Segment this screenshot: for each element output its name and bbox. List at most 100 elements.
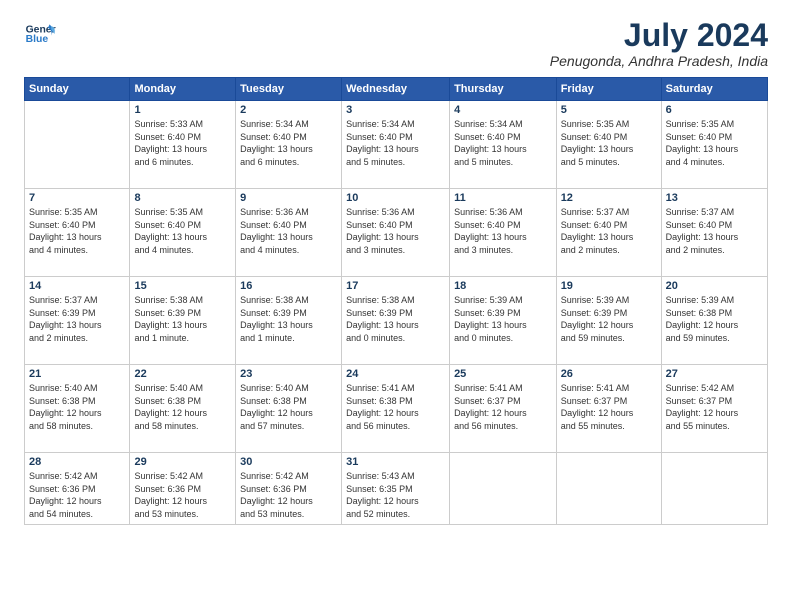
- calendar-cell: 5 Sunrise: 5:35 AM Sunset: 6:40 PM Daylig…: [556, 101, 661, 189]
- calendar-cell: 1Sunrise: 5:33 AM Sunset: 6:40 PM Daylig…: [130, 101, 236, 189]
- day-number: 15: [134, 280, 231, 292]
- day-number: 10: [346, 192, 445, 204]
- day-number: 2: [240, 104, 337, 116]
- day-number: 28: [29, 456, 125, 468]
- day-info: Sunrise: 5:36 AM Sunset: 6:40 PM Dayligh…: [240, 206, 337, 256]
- calendar-cell: [25, 101, 130, 189]
- day-number: 1: [134, 104, 231, 116]
- calendar-week-row: 28 Sunrise: 5:42 AM Sunset: 6:36 PM Dayli…: [25, 453, 768, 525]
- weekday-header-tuesday: Tuesday: [236, 78, 342, 101]
- day-number: 14: [29, 280, 125, 292]
- day-info: Sunrise: 5:41 AM Sunset: 6:37 PM Dayligh…: [561, 382, 657, 432]
- calendar-cell: 27 Sunrise: 5:42 AM Sunset: 6:37 PM Dayli…: [661, 365, 767, 453]
- day-info: Sunrise: 5:38 AM Sunset: 6:39 PM Dayligh…: [240, 294, 337, 344]
- day-info: Sunrise: 5:39 AM Sunset: 6:38 PM Dayligh…: [666, 294, 763, 344]
- day-info: Sunrise: 5:39 AM Sunset: 6:39 PM Dayligh…: [454, 294, 552, 344]
- day-number: 22: [134, 368, 231, 380]
- day-number: 16: [240, 280, 337, 292]
- day-number: 18: [454, 280, 552, 292]
- calendar-cell: 15 Sunrise: 5:38 AM Sunset: 6:39 PM Dayli…: [130, 277, 236, 365]
- day-info: Sunrise: 5:40 AM Sunset: 6:38 PM Dayligh…: [134, 382, 231, 432]
- day-info: Sunrise: 5:40 AM Sunset: 6:38 PM Dayligh…: [240, 382, 337, 432]
- day-number: 13: [666, 192, 763, 204]
- calendar-cell: 16 Sunrise: 5:38 AM Sunset: 6:39 PM Dayli…: [236, 277, 342, 365]
- day-info: Sunrise: 5:42 AM Sunset: 6:36 PM Dayligh…: [29, 470, 125, 520]
- calendar-cell: [661, 453, 767, 525]
- day-info: Sunrise: 5:43 AM Sunset: 6:35 PM Dayligh…: [346, 470, 445, 520]
- day-info: Sunrise: 5:37 AM Sunset: 6:40 PM Dayligh…: [666, 206, 763, 256]
- calendar-cell: 28 Sunrise: 5:42 AM Sunset: 6:36 PM Dayli…: [25, 453, 130, 525]
- day-info: Sunrise: 5:38 AM Sunset: 6:39 PM Dayligh…: [134, 294, 231, 344]
- calendar-page: General Blue July 2024 Penugonda, Andhra…: [0, 0, 792, 612]
- day-info: Sunrise: 5:36 AM Sunset: 6:40 PM Dayligh…: [454, 206, 552, 256]
- location-title: Penugonda, Andhra Pradesh, India: [550, 53, 768, 69]
- calendar-cell: 10 Sunrise: 5:36 AM Sunset: 6:40 PM Dayli…: [342, 189, 450, 277]
- day-info: Sunrise: 5:34 AM Sunset: 6:40 PM Dayligh…: [240, 118, 337, 168]
- calendar-cell: 8 Sunrise: 5:35 AM Sunset: 6:40 PM Daylig…: [130, 189, 236, 277]
- title-block: July 2024 Penugonda, Andhra Pradesh, Ind…: [550, 18, 768, 69]
- calendar-cell: 18 Sunrise: 5:39 AM Sunset: 6:39 PM Dayli…: [450, 277, 557, 365]
- day-info: Sunrise: 5:37 AM Sunset: 6:39 PM Dayligh…: [29, 294, 125, 344]
- calendar-cell: [450, 453, 557, 525]
- day-number: 30: [240, 456, 337, 468]
- day-info: Sunrise: 5:35 AM Sunset: 6:40 PM Dayligh…: [666, 118, 763, 168]
- day-info: Sunrise: 5:35 AM Sunset: 6:40 PM Dayligh…: [561, 118, 657, 168]
- day-info: Sunrise: 5:39 AM Sunset: 6:39 PM Dayligh…: [561, 294, 657, 344]
- calendar-cell: 22 Sunrise: 5:40 AM Sunset: 6:38 PM Dayli…: [130, 365, 236, 453]
- day-number: 20: [666, 280, 763, 292]
- calendar-cell: 31Sunrise: 5:43 AM Sunset: 6:35 PM Dayli…: [342, 453, 450, 525]
- weekday-header-sunday: Sunday: [25, 78, 130, 101]
- logo: General Blue: [24, 18, 58, 50]
- calendar-cell: 25Sunrise: 5:41 AM Sunset: 6:37 PM Dayli…: [450, 365, 557, 453]
- weekday-header-thursday: Thursday: [450, 78, 557, 101]
- logo-icon: General Blue: [24, 18, 56, 50]
- day-number: 5: [561, 104, 657, 116]
- day-number: 21: [29, 368, 125, 380]
- calendar-cell: 2 Sunrise: 5:34 AM Sunset: 6:40 PM Daylig…: [236, 101, 342, 189]
- calendar-cell: 21 Sunrise: 5:40 AM Sunset: 6:38 PM Dayli…: [25, 365, 130, 453]
- day-number: 12: [561, 192, 657, 204]
- calendar-cell: 14 Sunrise: 5:37 AM Sunset: 6:39 PM Dayli…: [25, 277, 130, 365]
- weekday-header-monday: Monday: [130, 78, 236, 101]
- calendar-cell: 9 Sunrise: 5:36 AM Sunset: 6:40 PM Daylig…: [236, 189, 342, 277]
- calendar-cell: 12Sunrise: 5:37 AM Sunset: 6:40 PM Dayli…: [556, 189, 661, 277]
- weekday-header-friday: Friday: [556, 78, 661, 101]
- weekday-header-wednesday: Wednesday: [342, 78, 450, 101]
- calendar-cell: 17Sunrise: 5:38 AM Sunset: 6:39 PM Dayli…: [342, 277, 450, 365]
- day-number: 8: [134, 192, 231, 204]
- day-number: 11: [454, 192, 552, 204]
- day-info: Sunrise: 5:35 AM Sunset: 6:40 PM Dayligh…: [134, 206, 231, 256]
- calendar-cell: 20 Sunrise: 5:39 AM Sunset: 6:38 PM Dayli…: [661, 277, 767, 365]
- calendar-cell: 24Sunrise: 5:41 AM Sunset: 6:38 PM Dayli…: [342, 365, 450, 453]
- calendar-week-row: 1Sunrise: 5:33 AM Sunset: 6:40 PM Daylig…: [25, 101, 768, 189]
- day-number: 7: [29, 192, 125, 204]
- day-number: 23: [240, 368, 337, 380]
- calendar-cell: 3 Sunrise: 5:34 AM Sunset: 6:40 PM Daylig…: [342, 101, 450, 189]
- day-info: Sunrise: 5:35 AM Sunset: 6:40 PM Dayligh…: [29, 206, 125, 256]
- day-info: Sunrise: 5:36 AM Sunset: 6:40 PM Dayligh…: [346, 206, 445, 256]
- calendar-week-row: 14 Sunrise: 5:37 AM Sunset: 6:39 PM Dayli…: [25, 277, 768, 365]
- day-info: Sunrise: 5:41 AM Sunset: 6:38 PM Dayligh…: [346, 382, 445, 432]
- day-number: 3: [346, 104, 445, 116]
- day-info: Sunrise: 5:40 AM Sunset: 6:38 PM Dayligh…: [29, 382, 125, 432]
- calendar-cell: 13 Sunrise: 5:37 AM Sunset: 6:40 PM Dayli…: [661, 189, 767, 277]
- calendar-cell: 6 Sunrise: 5:35 AM Sunset: 6:40 PM Daylig…: [661, 101, 767, 189]
- day-number: 6: [666, 104, 763, 116]
- day-info: Sunrise: 5:34 AM Sunset: 6:40 PM Dayligh…: [346, 118, 445, 168]
- day-info: Sunrise: 5:34 AM Sunset: 6:40 PM Dayligh…: [454, 118, 552, 168]
- day-number: 9: [240, 192, 337, 204]
- day-info: Sunrise: 5:42 AM Sunset: 6:36 PM Dayligh…: [134, 470, 231, 520]
- calendar-cell: 26 Sunrise: 5:41 AM Sunset: 6:37 PM Dayli…: [556, 365, 661, 453]
- day-number: 27: [666, 368, 763, 380]
- day-number: 17: [346, 280, 445, 292]
- calendar-cell: 29Sunrise: 5:42 AM Sunset: 6:36 PM Dayli…: [130, 453, 236, 525]
- day-info: Sunrise: 5:42 AM Sunset: 6:36 PM Dayligh…: [240, 470, 337, 520]
- weekday-header-row: SundayMondayTuesdayWednesdayThursdayFrid…: [25, 78, 768, 101]
- svg-text:Blue: Blue: [26, 34, 49, 45]
- day-info: Sunrise: 5:41 AM Sunset: 6:37 PM Dayligh…: [454, 382, 552, 432]
- calendar-cell: 19Sunrise: 5:39 AM Sunset: 6:39 PM Dayli…: [556, 277, 661, 365]
- day-info: Sunrise: 5:42 AM Sunset: 6:37 PM Dayligh…: [666, 382, 763, 432]
- calendar-week-row: 21 Sunrise: 5:40 AM Sunset: 6:38 PM Dayli…: [25, 365, 768, 453]
- day-number: 26: [561, 368, 657, 380]
- calendar-cell: [556, 453, 661, 525]
